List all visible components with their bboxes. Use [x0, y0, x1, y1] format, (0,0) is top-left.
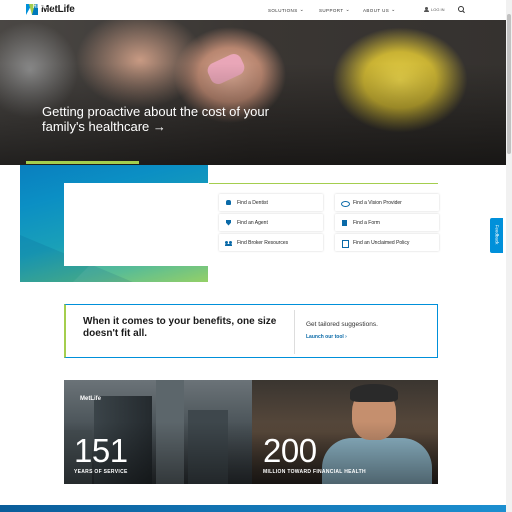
nav-support[interactable]: SUPPORT ⌄ [319, 7, 350, 13]
feedback-label: Feedback [494, 224, 500, 245]
login-label: LOG IN [431, 7, 445, 12]
find-dentist-label: Find a Dentist [237, 199, 268, 206]
search-icon[interactable] [458, 6, 465, 13]
launch-tool-link[interactable]: Launch our tool › [306, 334, 347, 340]
find-vision-provider-button[interactable]: Find a Vision Provider [335, 194, 439, 211]
scrollbar-thumb[interactable] [507, 14, 511, 154]
nav-support-label: SUPPORT [319, 7, 344, 13]
find-form-button[interactable]: Find a Form [335, 214, 439, 231]
stat-number-financial: 200 [263, 432, 317, 469]
people-icon [225, 240, 232, 246]
building-sign: MetLife [80, 396, 101, 402]
find-form-label: Find a Form [353, 219, 380, 226]
tab-future[interactable]: FUTURE [258, 4, 281, 10]
stat-number-years: 151 [74, 432, 128, 469]
benefits-title: When it comes to your benefits, one size… [83, 316, 277, 339]
quick-actions-title: What would you like to do today? [64, 193, 201, 222]
shield-icon [225, 220, 232, 226]
stat-label-financial: MILLION TOWARD FINANCIAL HEALTH [263, 469, 366, 475]
policy-icon [341, 239, 349, 248]
tab-work[interactable]: WORK [371, 4, 389, 10]
find-dentist-button[interactable]: Find a Dentist [219, 194, 323, 211]
tab-family[interactable]: FAMILY [146, 4, 167, 10]
chevron-down-icon: ⌄ [345, 7, 351, 13]
find-unclaimed-policy-button[interactable]: Find an Unclaimed Policy [335, 234, 439, 251]
user-icon [424, 7, 429, 12]
tooth-icon [225, 199, 232, 206]
login-link[interactable]: LOG IN [424, 7, 445, 12]
chevron-down-icon: ⌄ [391, 7, 396, 13]
active-tab-indicator [26, 161, 139, 164]
footer-band [0, 505, 506, 512]
benefits-subtitle: Get tailored suggestions. [306, 321, 378, 328]
eye-icon [341, 200, 350, 207]
feedback-tab[interactable]: Feedback [490, 218, 503, 253]
find-broker-resources-button[interactable]: Find Broker Resources [219, 234, 323, 251]
hero-title-link[interactable]: Getting proactive about the cost of your… [42, 104, 302, 134]
site-header: MetLife SOLUTIONS ⌄ SUPPORT ⌄ ABOUT US ⌄… [0, 0, 506, 20]
tab-health[interactable]: HEALTH [33, 4, 56, 10]
find-unclaimed-policy-label: Find an Unclaimed Policy [353, 239, 410, 246]
find-agent-button[interactable]: Find an Agent [219, 214, 323, 231]
chevron-down-icon: ⌄ [299, 7, 305, 13]
hero-banner [0, 20, 506, 165]
find-agent-label: Find an Agent [237, 219, 268, 226]
stat-label-years: YEARS OF SERVICE [74, 469, 128, 475]
find-broker-resources-label: Find Broker Resources [237, 239, 289, 246]
form-icon [341, 219, 348, 226]
find-vision-provider-label: Find a Vision Provider [353, 199, 402, 206]
quick-actions-accent-line [209, 183, 438, 184]
divider [294, 310, 295, 354]
